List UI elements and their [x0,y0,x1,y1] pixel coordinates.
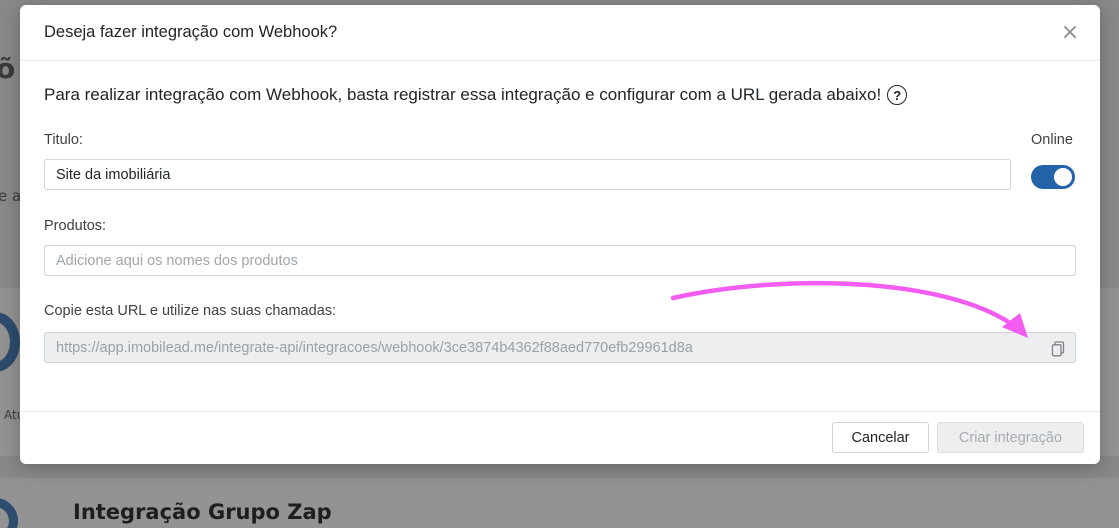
modal-header: Deseja fazer integração com Webhook? [20,5,1100,61]
online-label: Online [1031,132,1073,148]
url-label: Copie esta URL e utilize nas suas chamad… [44,303,337,319]
background-text-fragment: e a [0,187,22,205]
background-card-title: Integração Grupo Zap [73,500,332,524]
products-input[interactable] [44,245,1076,276]
title-input[interactable] [44,159,1011,190]
online-toggle[interactable] [1031,165,1075,189]
background-heading-fragment: õ [0,52,16,85]
copy-icon[interactable] [1051,341,1065,357]
webhook-url-field[interactable] [44,332,1076,363]
intro-text-row: Para realizar integração com Webhook, ba… [44,85,908,105]
products-label: Produtos: [44,218,107,234]
modal-title: Deseja fazer integração com Webhook? [44,23,338,41]
close-icon[interactable]: × [1060,22,1080,44]
modal-footer-divider [20,411,1100,412]
intro-text: Para realizar integração com Webhook, ba… [44,85,882,104]
toggle-knob [1054,168,1072,186]
create-integration-button[interactable]: Criar integração [937,422,1084,453]
webhook-integration-modal: Deseja fazer integração com Webhook? × P… [20,5,1100,464]
title-label: Titulo: [44,132,83,148]
help-circle-icon[interactable]: ? [887,85,908,105]
cancel-button[interactable]: Cancelar [832,422,929,453]
